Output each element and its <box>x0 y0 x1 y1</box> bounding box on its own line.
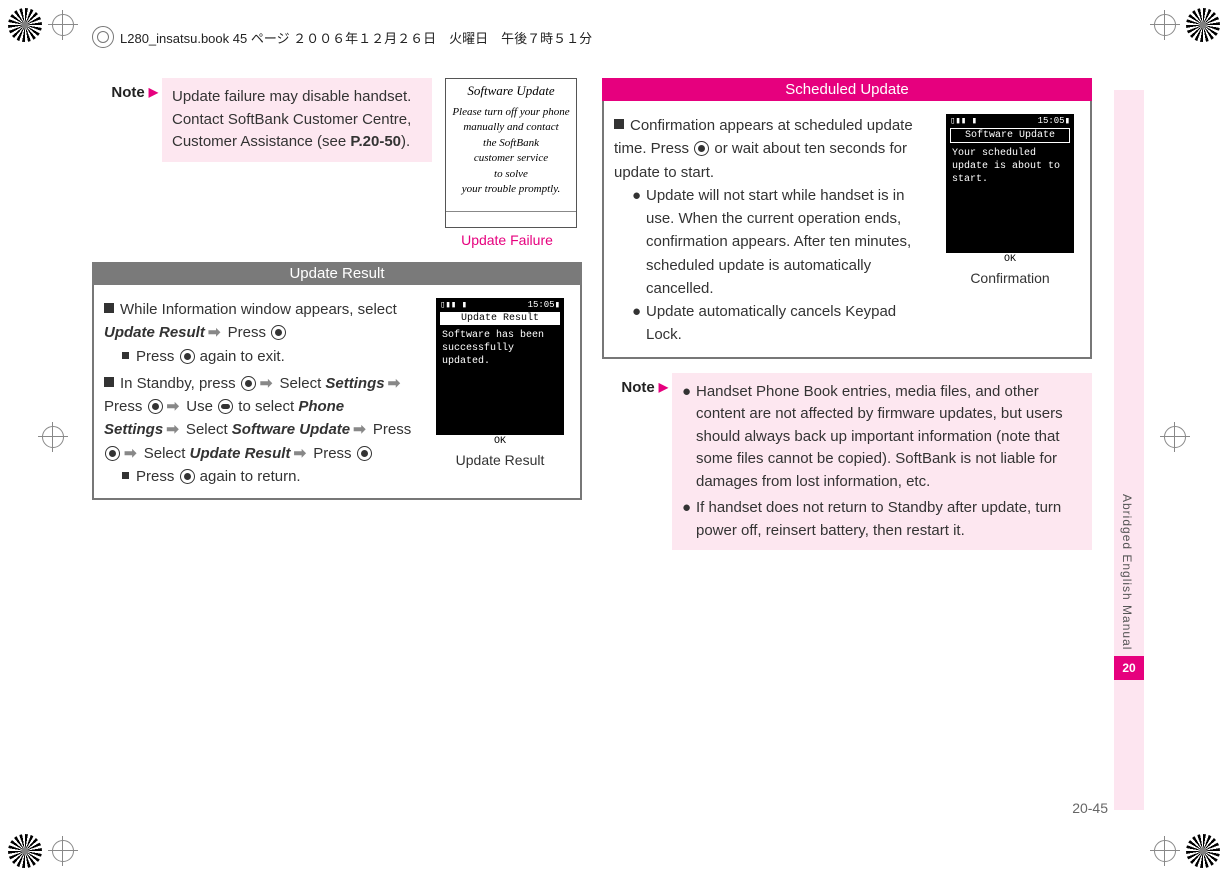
page-body: Abridged English Manual 20 20-45 Note▶ U… <box>92 78 1144 818</box>
note-label: Note▶ <box>602 373 672 396</box>
center-key-icon <box>241 376 256 391</box>
note-label: Note▶ <box>92 78 162 101</box>
box-text-scheduled: Confirmation appears at scheduled update… <box>614 114 930 347</box>
side-strip: Abridged English Manual 20 <box>1114 90 1144 810</box>
note-body: Update failure may disable handset. Cont… <box>162 78 432 162</box>
phone-caption-failure: Update Failure <box>461 232 553 248</box>
right-column: Scheduled Update Confirmation appears at… <box>602 78 1092 550</box>
crop-mark-bl <box>8 828 88 868</box>
crop-mark-br <box>1140 828 1220 868</box>
center-key-icon <box>271 325 286 340</box>
box-text: While Information window appears, select… <box>104 298 420 488</box>
phone-ok-label: OK <box>946 253 1074 266</box>
center-key-icon <box>105 446 120 461</box>
phone-status-bar: ▯▮▮ ▮15:05▮ <box>436 298 564 312</box>
center-key-icon <box>180 349 195 364</box>
phone-mock-body: Please turn off your phone manually and … <box>446 101 576 211</box>
phone-ok-label: OK <box>436 435 564 448</box>
update-result-box: Update Result While Information window a… <box>92 262 582 500</box>
phone-mock-failure: Software Update Please turn off your pho… <box>445 78 577 228</box>
page-number: 20-45 <box>1072 800 1108 816</box>
left-column: Note▶ Update failure may disable handset… <box>92 78 582 550</box>
side-chapter-tab: 20 <box>1114 656 1144 680</box>
phone-title-bar: Update Result <box>440 312 560 325</box>
box-title-scheduled: Scheduled Update <box>602 78 1092 101</box>
center-key-icon <box>148 399 163 414</box>
header-icon <box>92 26 114 48</box>
phone-mock-title: Software Update <box>446 79 576 101</box>
phone-mock-footer <box>446 211 576 227</box>
scheduled-update-box: Scheduled Update Confirmation appears at… <box>602 78 1092 359</box>
center-key-icon <box>694 141 709 156</box>
nav-key-icon <box>218 399 233 414</box>
note-block-1: Note▶ Update failure may disable handset… <box>92 78 582 248</box>
content-columns: Note▶ Update failure may disable handset… <box>92 78 1092 550</box>
phone-caption-confirmation: Confirmation <box>970 270 1049 286</box>
crop-mark-left <box>38 422 68 452</box>
phone-caption-result: Update Result <box>456 452 545 468</box>
phone-screen-body: Your scheduled update is about to start. <box>946 143 1074 253</box>
phone-title-bar: Software Update <box>950 128 1070 143</box>
box-title: Update Result <box>92 262 582 285</box>
crop-mark-right <box>1160 422 1190 452</box>
header-text: L280_insatsu.book 45 ページ ２００６年１２月２６日 火曜日… <box>120 28 592 47</box>
document-header: L280_insatsu.book 45 ページ ２００６年１２月２６日 火曜日… <box>92 26 592 48</box>
phone-mock-result: ▯▮▮ ▮15:05▮ Update Result Software has b… <box>436 298 564 448</box>
phone-screen-body: Software has been successfully updated. <box>436 325 564 435</box>
side-section-label: Abridged English Manual <box>1120 494 1134 650</box>
note-body: ●Handset Phone Book entries, media files… <box>672 373 1092 551</box>
center-key-icon <box>357 446 372 461</box>
phone-mock-confirmation: ▯▮▮ ▮15:05▮ Software Update Your schedul… <box>946 114 1074 266</box>
center-key-icon <box>180 469 195 484</box>
note-block-2: Note▶ ●Handset Phone Book entries, media… <box>602 373 1092 551</box>
phone-status-bar: ▯▮▮ ▮15:05▮ <box>946 114 1074 128</box>
